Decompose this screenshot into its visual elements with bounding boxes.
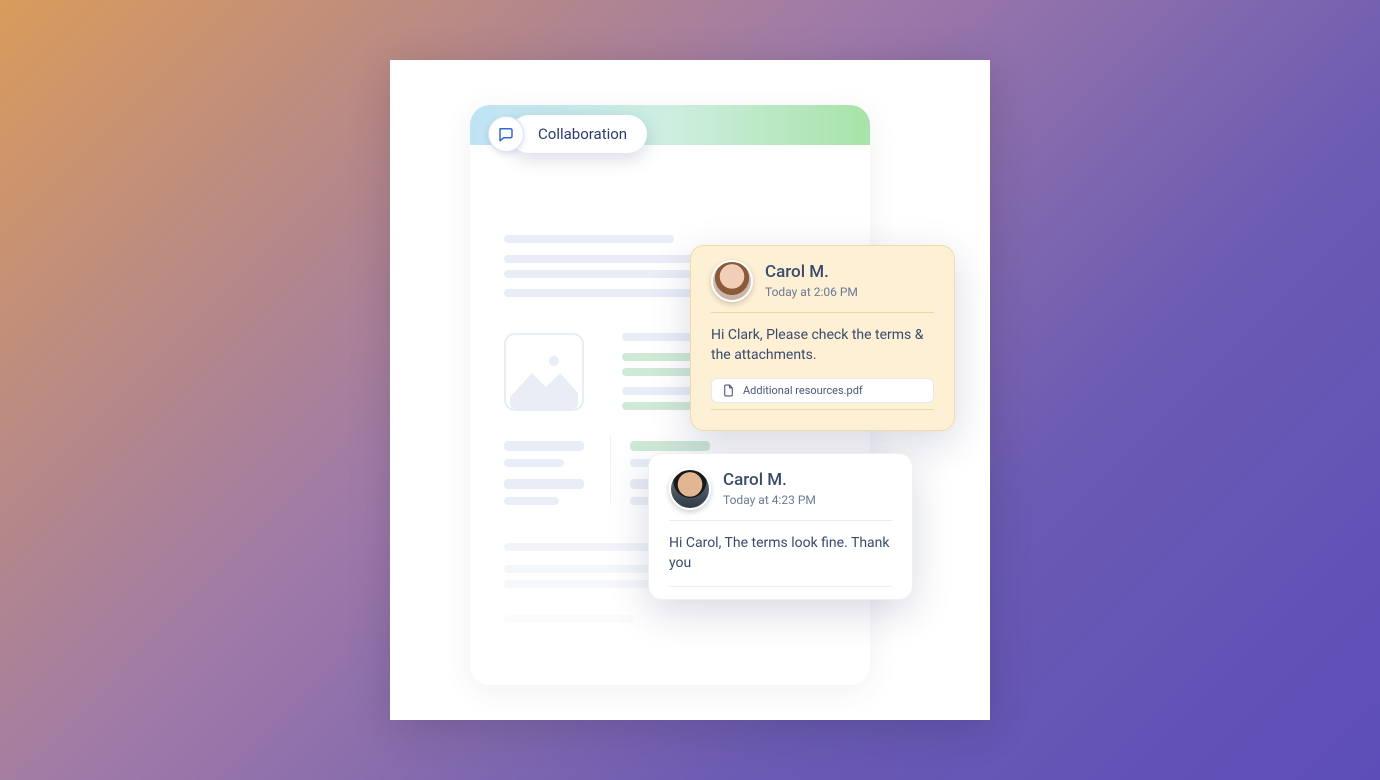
attachment-name: Additional resources.pdf — [743, 384, 863, 397]
skeleton-line — [504, 441, 584, 451]
collaboration-chip[interactable]: Collaboration — [488, 115, 647, 153]
comment-body: Hi Carol, The terms look fine. Thank you — [669, 521, 892, 587]
comment-card-clark[interactable]: Carol M. Today at 4:23 PM Hi Carol, The … — [648, 453, 913, 600]
avatar — [669, 468, 711, 510]
chat-icon — [488, 116, 524, 152]
comment-time: Today at 4:23 PM — [723, 493, 816, 507]
skeleton-line — [504, 497, 559, 505]
comment-footer-divider — [711, 409, 934, 418]
comment-header: Carol M. Today at 2:06 PM — [711, 260, 934, 313]
image-placeholder-icon — [504, 333, 584, 411]
comment-time: Today at 2:06 PM — [765, 285, 858, 299]
skeleton-line — [504, 615, 634, 623]
skeleton-line — [504, 459, 564, 467]
skeleton-line — [504, 235, 674, 243]
skeleton-line — [630, 441, 710, 451]
page-background: Collaboration Carol M. Today at 2:06 PM … — [0, 0, 1380, 780]
outer-card: Collaboration Carol M. Today at 2:06 PM … — [390, 60, 990, 720]
comment-author: Carol M. — [723, 471, 816, 490]
skeleton-line — [504, 479, 584, 489]
comment-card-carol[interactable]: Carol M. Today at 2:06 PM Hi Clark, Plea… — [690, 245, 955, 431]
avatar — [711, 260, 753, 302]
comment-attachment[interactable]: Additional resources.pdf — [711, 378, 934, 403]
collaboration-label: Collaboration — [510, 115, 647, 153]
comment-author: Carol M. — [765, 263, 858, 282]
comment-header: Carol M. Today at 4:23 PM — [669, 468, 892, 521]
file-icon — [722, 384, 735, 397]
comment-body: Hi Clark, Please check the terms & the a… — [711, 313, 934, 378]
divider — [610, 435, 611, 505]
